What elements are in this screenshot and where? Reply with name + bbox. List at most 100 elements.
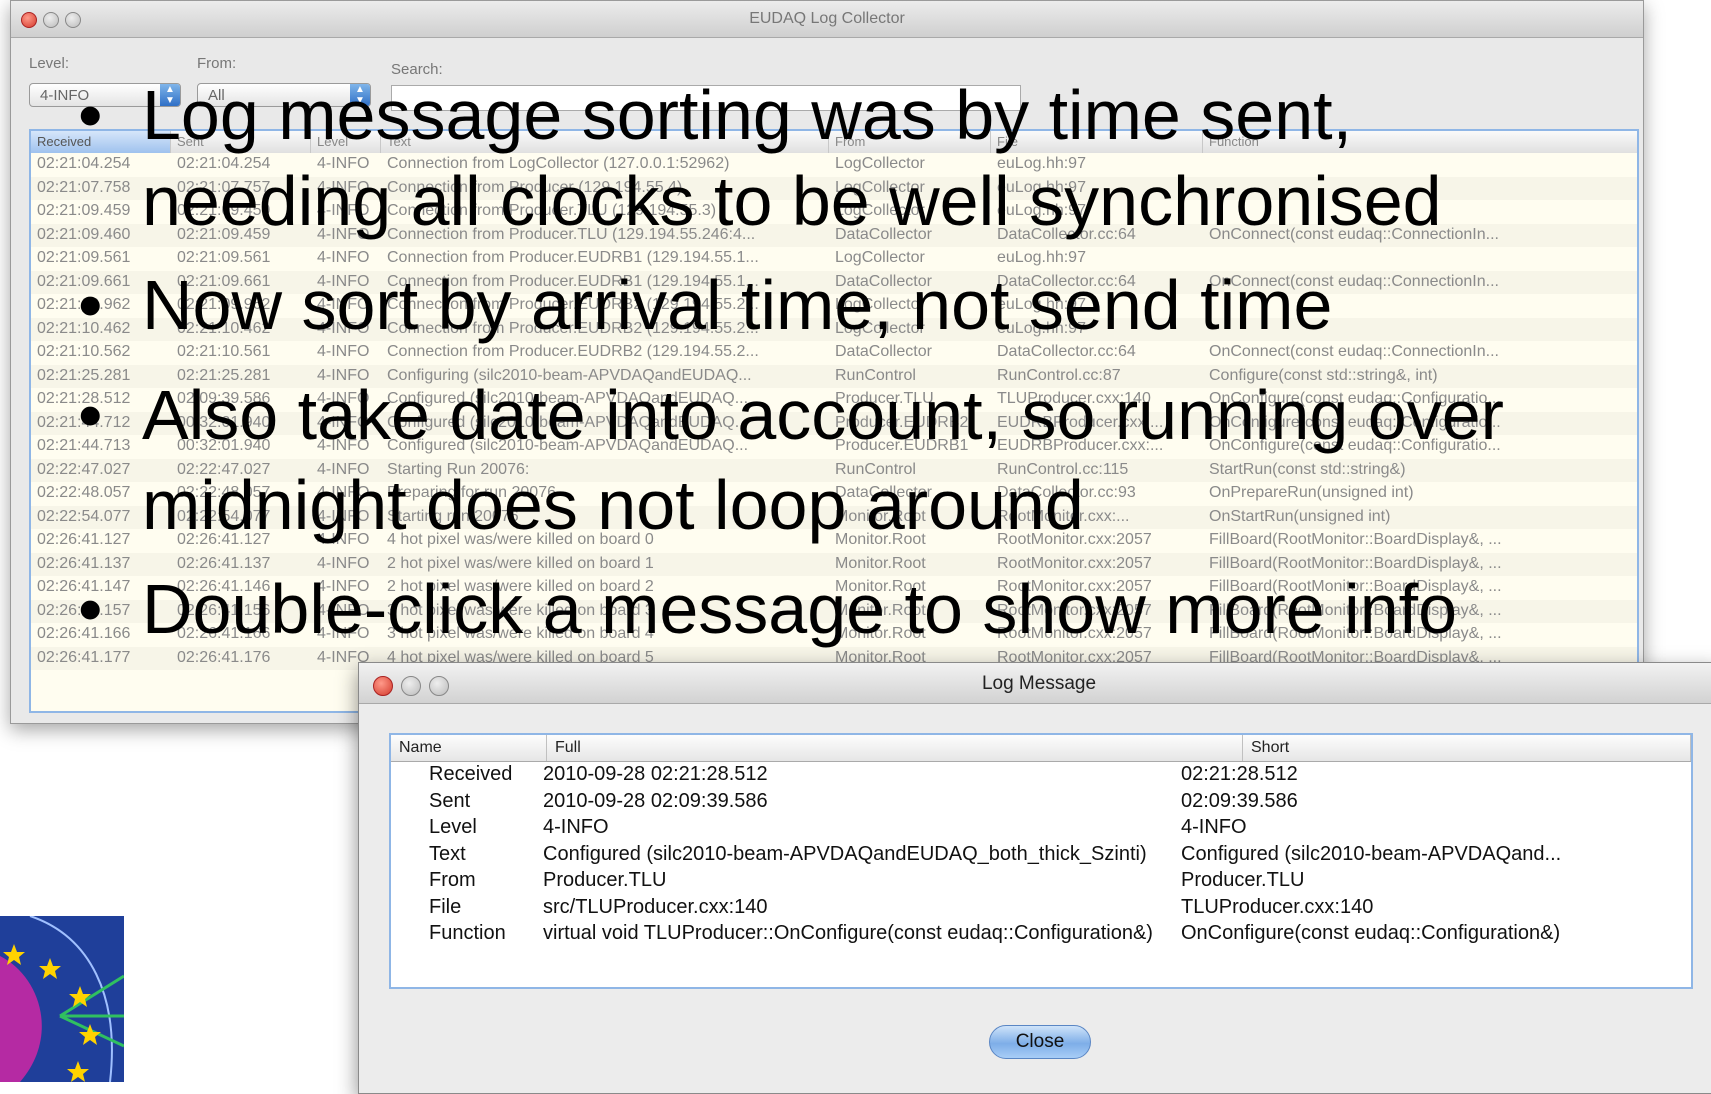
cell-sent: 02:26:41.137 [177, 554, 271, 572]
detail-row[interactable]: File src/TLUProducer.cxx:140 TLUProducer.c… [391, 896, 1691, 922]
title-bar[interactable]: EUDAQ Log Collector [11, 1, 1643, 38]
table-row[interactable]: 02:26:41.147 02:26:41.146 4-INFO 2 hot pixe… [31, 576, 1637, 599]
table-row[interactable]: 02:21:09.561 02:21:09.561 4-INFO Connection… [31, 247, 1637, 270]
cell-function: OnStartRun(unsigned int) [1209, 507, 1391, 525]
detail-row[interactable]: From Producer.TLU Producer.TLU [391, 869, 1691, 895]
table-row[interactable]: 02:21:44.712 00:32:01.940 4-INFO Configured… [31, 411, 1637, 435]
cell-sent: 02:26:41.156 [177, 601, 271, 619]
table-row[interactable]: 02:21:09.962 02:21:09.962 4-INFO Connection… [31, 294, 1637, 317]
from-select-value: All [208, 87, 225, 104]
table-row[interactable]: 02:26:41.137 02:26:41.137 4-INFO 2 hot pixe… [31, 552, 1637, 576]
cell-file: RootMonitor.cxx:2057 [997, 531, 1152, 548]
table-row[interactable]: 02:22:47.027 02:22:47.027 4-INFO Starting R… [31, 458, 1637, 482]
cell-received: 02:26:41.127 [37, 531, 131, 548]
cell-name: File [429, 895, 462, 918]
log-table[interactable]: Received Sent Level Text From File Funct… [29, 129, 1639, 713]
cell-name: Level [429, 816, 477, 838]
cell-text: Connection from Producer.EUDRB2 (129.194… [387, 319, 759, 337]
cell-level: 4-INFO [317, 507, 370, 525]
cell-full: src/TLUProducer.cxx:140 [543, 895, 768, 918]
detail-row[interactable]: Level 4-INFO 4-INFO [391, 816, 1691, 842]
cell-file: RunControl.cc:87 [997, 366, 1121, 384]
cell-from: DataCollector [835, 343, 932, 360]
detail-row[interactable]: Function virtual void TLUProducer::OnConf… [391, 922, 1691, 948]
cell-from: LogCollector [835, 155, 925, 172]
cell-short: Configured (silc2010-beam-APVDAQand... [1181, 842, 1562, 865]
cell-short: TLUProducer.cxx:140 [1181, 895, 1374, 918]
table-row[interactable]: 02:26:41.166 02:26:41.166 4-INFO 3 hot pixe… [31, 623, 1637, 646]
search-input[interactable] [391, 85, 1021, 111]
log-table-header: Received Sent Level Text From File Funct… [31, 131, 1637, 154]
table-row[interactable]: 02:26:41.127 02:26:41.127 4-INFO 4 hot pixe… [31, 529, 1637, 552]
table-row[interactable]: 02:21:25.281 02:21:25.281 4-INFO Configurin… [31, 364, 1637, 388]
column-header-short[interactable]: Short [1243, 735, 1691, 761]
detail-row[interactable]: Sent 2010-09-28 02:09:39.586 02:09:39.586 [391, 790, 1691, 816]
column-header-received[interactable]: Received [31, 131, 171, 153]
detail-row[interactable]: Received 2010-09-28 02:21:28.512 02:21:28.… [391, 763, 1691, 789]
message-details-table[interactable]: Name Full Short Received 2010-09-28 02:21… [389, 733, 1693, 989]
cell-full: 2010-09-28 02:09:39.586 [543, 789, 768, 812]
detail-row[interactable]: Text Configured (silc2010-beam-APVDAQandE… [391, 843, 1691, 869]
cell-level: 4-INFO [317, 202, 370, 219]
table-row[interactable]: 02:21:09.459 02:21:09.459 4-INFO Connection… [31, 200, 1637, 223]
cell-name: Received [429, 763, 513, 785]
table-row[interactable]: 02:21:09.661 02:21:09.661 4-INFO Connection… [31, 270, 1637, 294]
cell-file: euLog.hh:97 [997, 178, 1086, 196]
cell-sent: 02:26:41.146 [177, 578, 271, 595]
cell-text: Configuring (silc2010-beam-APVDAQandEUDA… [387, 366, 752, 384]
column-header-level[interactable]: Level [311, 131, 381, 153]
cell-level: 4-INFO [317, 343, 370, 360]
cell-file: euLog.hh:97 [997, 155, 1086, 172]
cell-received: 02:21:09.460 [37, 225, 131, 243]
cell-text: Configured (silc2010-beam-APVDAQandEUDAQ… [387, 437, 749, 454]
cell-short: OnConfigure(const eudaq::Configuration&) [1181, 922, 1561, 944]
close-button[interactable]: Close [989, 1025, 1091, 1059]
cell-sent: 02:26:41.166 [177, 625, 271, 642]
level-select[interactable]: 4-INFO ▲ ▼ [29, 83, 181, 107]
table-row[interactable]: 02:21:07.758 02:21:07.757 4-INFO Connection… [31, 176, 1637, 200]
cell-received: 02:21:44.713 [37, 437, 131, 454]
cell-from: Producer.TLU [835, 390, 934, 407]
column-header-text[interactable]: Text [381, 131, 829, 153]
table-row[interactable]: 02:22:48.057 02:22:48.057 4-INFO Preparing … [31, 482, 1637, 505]
table-row[interactable]: 02:21:04.254 02:21:04.254 4-INFO Connection… [31, 153, 1637, 176]
cell-function: StartRun(const std::string&) [1209, 460, 1406, 478]
dialog-title-bar[interactable]: Log Message [359, 663, 1711, 704]
cell-from: RunControl [835, 366, 916, 384]
cell-text: Connection from Producer.EUDRB1 (129.194… [387, 272, 759, 290]
column-header-full[interactable]: Full [547, 735, 1243, 761]
cell-received: 02:21:09.561 [37, 249, 131, 266]
cell-full: 4-INFO [543, 816, 609, 838]
table-row[interactable]: 02:21:28.512 02:09:39.586 4-INFO Configured… [31, 388, 1637, 411]
column-header-function[interactable]: Function [1203, 131, 1637, 153]
cell-function: FillBoard(RootMonitor::BoardDisplay&, ..… [1209, 625, 1502, 642]
table-row[interactable]: 02:21:10.562 02:21:10.561 4-INFO Connection… [31, 341, 1637, 364]
table-row[interactable]: 02:21:09.460 02:21:09.459 4-INFO Connection… [31, 223, 1637, 247]
column-header-from[interactable]: From [829, 131, 991, 153]
table-row[interactable]: 02:21:44.713 00:32:01.940 4-INFO Configured… [31, 435, 1637, 458]
cell-function: OnConfigure(const eudaq::Configuratio... [1209, 390, 1501, 407]
cell-file: RootMonitor.cxx:2057 [997, 625, 1152, 642]
cell-from: LogCollector [835, 202, 925, 219]
cell-sent: 02:21:09.459 [177, 202, 271, 219]
cell-sent: 02:21:09.962 [177, 296, 271, 313]
column-header-name[interactable]: Name [391, 735, 547, 761]
table-row[interactable]: 02:26:41.157 02:26:41.156 4-INFO 3 hot pixe… [31, 599, 1637, 623]
cell-received: 02:21:09.962 [37, 296, 131, 313]
table-row[interactable]: 02:21:10.462 02:21:10.462 4-INFO Connection… [31, 317, 1637, 341]
cell-from: DataCollector [835, 272, 932, 290]
cell-full: virtual void TLUProducer::OnConfigure(co… [543, 922, 1153, 944]
cell-level: 4-INFO [317, 554, 370, 572]
cell-file: DataCollector.cc:93 [997, 484, 1136, 501]
cell-name: Function [429, 922, 506, 944]
cell-received: 02:26:41.166 [37, 625, 131, 642]
column-header-file[interactable]: File [991, 131, 1203, 153]
column-header-sent[interactable]: Sent [171, 131, 311, 153]
cell-sent: 00:32:01.940 [177, 437, 271, 454]
dialog-title: Log Message [981, 673, 1097, 694]
from-select[interactable]: All ▲ ▼ [197, 83, 371, 107]
cell-text: Connection from Producer.EUDRB2 (129.194… [387, 343, 759, 360]
table-row[interactable]: 02:22:54.077 02:22:54.077 4-INFO Starting r… [31, 505, 1637, 529]
cell-function: OnConfigure(const eudaq::Configuratio... [1209, 413, 1501, 431]
cell-file: RootMonitor.cxx:... [997, 507, 1130, 525]
